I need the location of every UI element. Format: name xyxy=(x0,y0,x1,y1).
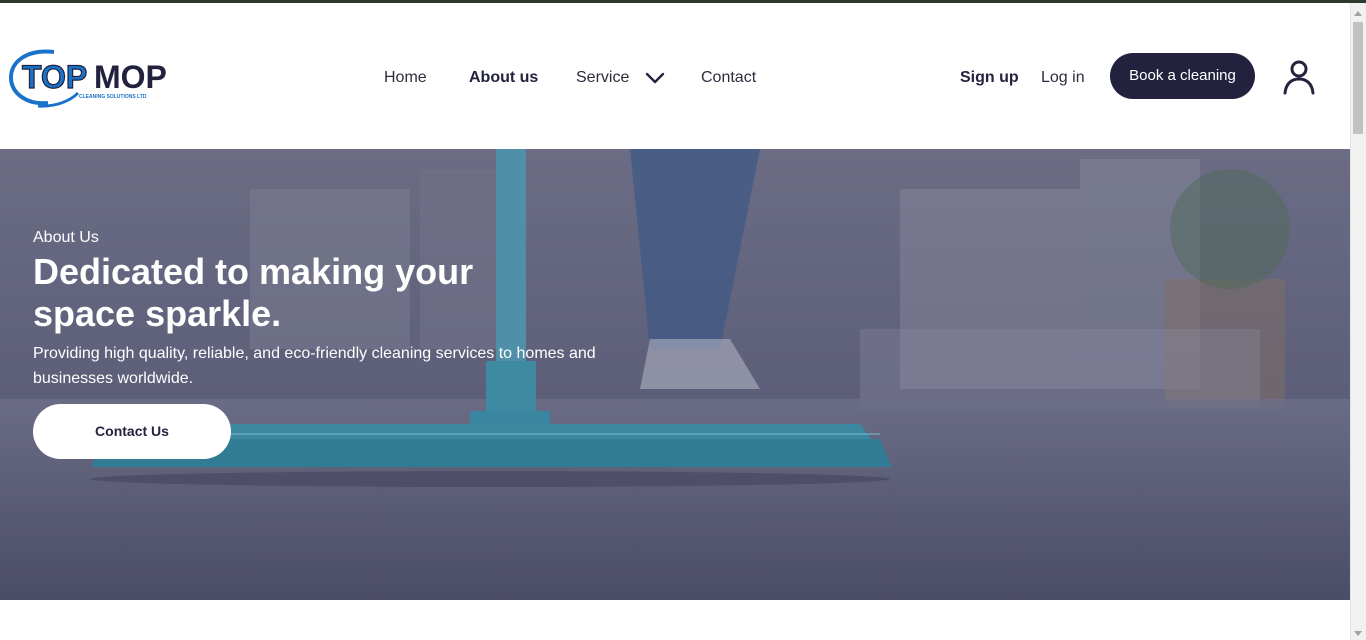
next-section xyxy=(0,600,1350,640)
hero-subtitle: Providing high quality, reliable, and ec… xyxy=(33,345,596,387)
brand-logo[interactable]: TOP MOP CLEANING SOLUTIONS LTD xyxy=(8,47,178,109)
logo-top-text: TOP xyxy=(22,59,87,95)
nav-item-service[interactable]: Service xyxy=(576,65,629,91)
contact-us-button[interactable]: Contact Us xyxy=(33,404,231,459)
hero-eyebrow: About Us xyxy=(33,229,99,246)
book-cleaning-button[interactable]: Book a cleaning xyxy=(1110,53,1255,99)
page-scrollbar[interactable] xyxy=(1350,3,1366,640)
nav-item-home[interactable]: Home xyxy=(384,65,427,91)
logo-tagline: CLEANING SOLUTIONS LTD xyxy=(79,94,147,100)
hero-section: About Us Dedicated to making your space … xyxy=(0,149,1350,600)
sign-up-link[interactable]: Sign up xyxy=(960,65,1019,91)
scroll-up-arrow-icon[interactable] xyxy=(1354,11,1362,16)
nav-item-about-us[interactable]: About us xyxy=(469,65,538,91)
logo-mop-text: MOP xyxy=(94,59,167,95)
site-header: TOP MOP CLEANING SOLUTIONS LTD Home Abou… xyxy=(0,3,1350,149)
chevron-down-icon[interactable] xyxy=(645,71,665,85)
scroll-down-arrow-icon[interactable] xyxy=(1354,631,1362,636)
scroll-thumb[interactable] xyxy=(1353,22,1363,134)
hero-title: Dedicated to making your space sparkle. xyxy=(33,251,474,334)
nav-item-contact[interactable]: Contact xyxy=(701,65,756,91)
log-in-link[interactable]: Log in xyxy=(1041,65,1085,91)
logo-graphic: TOP MOP CLEANING SOLUTIONS LTD xyxy=(9,49,167,108)
user-icon[interactable] xyxy=(1282,58,1316,96)
